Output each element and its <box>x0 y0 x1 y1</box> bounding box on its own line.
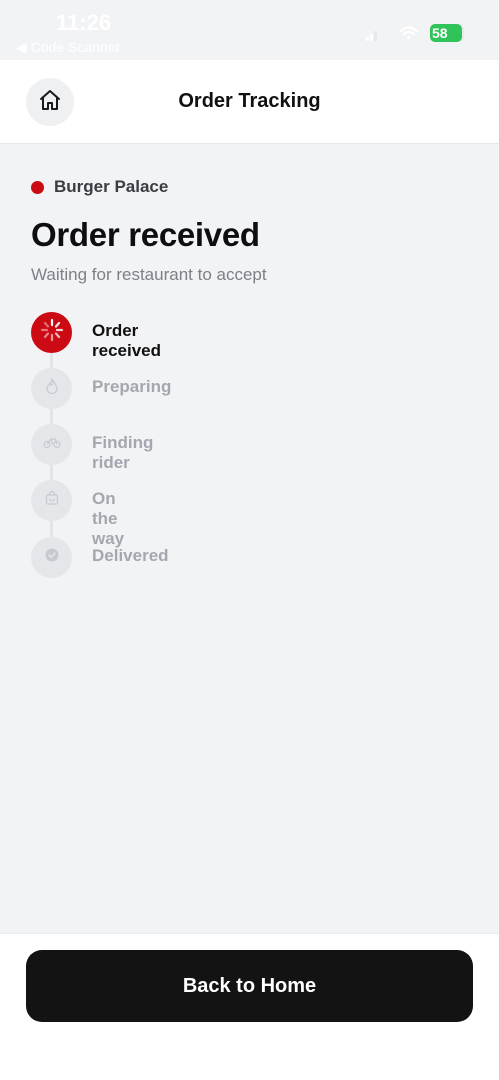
cellular-signal-icon <box>366 28 380 46</box>
status-time: 11:26 <box>56 10 112 35</box>
step-order-received-indicator <box>31 312 72 353</box>
bike-icon <box>42 435 61 454</box>
spinner-icon <box>39 317 65 348</box>
step-label-finding-rider: Finding rider <box>92 433 154 472</box>
step-delivered-indicator <box>31 537 72 578</box>
restaurant-row: Burger Palace <box>31 176 168 198</box>
battery-icon: 58 <box>430 24 462 42</box>
restaurant-status-dot <box>31 180 44 194</box>
flame-icon <box>45 377 59 399</box>
bottom-action-bar: Back to Home <box>0 933 499 1080</box>
step-label-preparing: Preparing <box>92 377 172 396</box>
bag-icon <box>44 490 60 511</box>
wifi-icon <box>399 26 419 45</box>
order-status-heading: Order received <box>31 216 260 253</box>
step-finding-rider-indicator <box>31 424 72 465</box>
status-bar: 11:26 ◀ Code Scanner 58 <box>0 0 499 60</box>
step-label-delivered: Delivered <box>92 546 169 565</box>
timeline-connector <box>50 465 53 481</box>
timeline-connector <box>50 521 53 537</box>
back-to-home-button[interactable]: Back to Home <box>26 950 473 1022</box>
order-tracking-screen: 11:26 ◀ Code Scanner 58 Order Tracking B… <box>0 0 499 1080</box>
check-circle-icon <box>44 547 60 568</box>
step-on-the-way-indicator <box>31 480 72 521</box>
timeline-connector <box>50 353 53 369</box>
page-title: Order Tracking <box>178 90 321 112</box>
step-label-order-received: Order received <box>92 321 161 360</box>
back-to-app-link[interactable]: ◀ Code Scanner <box>16 39 120 56</box>
app-header: Order Tracking <box>0 60 499 144</box>
step-label-on-the-way: On the way <box>92 489 125 548</box>
timeline-connector <box>50 409 53 425</box>
restaurant-name: Burger Palace <box>54 177 169 196</box>
step-preparing-indicator <box>31 368 72 409</box>
order-status-subtitle: Waiting for restaurant to accept <box>31 265 267 284</box>
